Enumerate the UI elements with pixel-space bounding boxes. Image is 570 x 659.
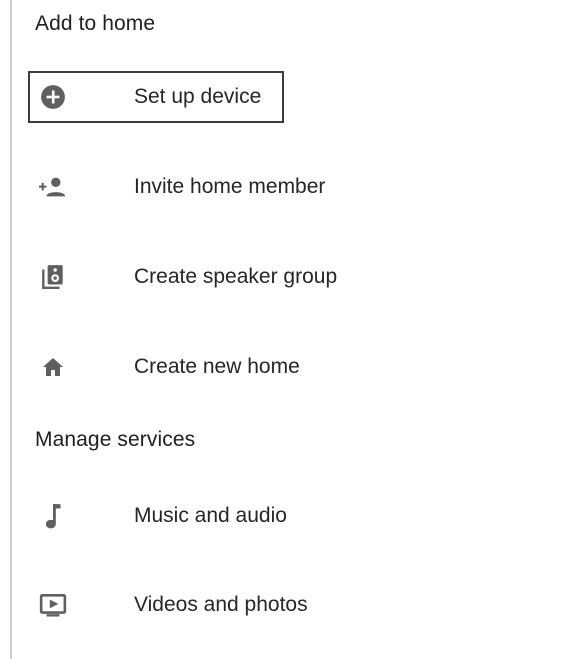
menu-item-label: Videos and photos: [134, 593, 308, 616]
menu-item-create-speaker-group[interactable]: Create speaker group: [28, 251, 388, 303]
home-icon: [38, 352, 68, 382]
menu-item-label: Create new home: [134, 355, 300, 378]
menu-item-label: Create speaker group: [134, 265, 338, 288]
menu-item-music-and-audio[interactable]: Music and audio: [28, 490, 388, 542]
menu-item-create-new-home[interactable]: Create new home: [28, 341, 388, 393]
section-heading-add-to-home: Add to home: [35, 12, 156, 35]
left-divider: [10, 0, 12, 659]
speaker-group-icon: [38, 262, 68, 292]
menu-item-label: Invite home member: [134, 175, 326, 198]
menu-item-invite-home-member[interactable]: Invite home member: [28, 161, 388, 213]
video-play-icon: [38, 590, 68, 620]
person-add-icon: [38, 172, 68, 202]
menu-item-label: Music and audio: [134, 504, 287, 527]
music-note-icon: [38, 501, 68, 531]
section-heading-manage-services: Manage services: [35, 428, 196, 451]
menu-item-set-up-device[interactable]: Set up device: [28, 71, 284, 123]
menu-item-videos-and-photos[interactable]: Videos and photos: [28, 579, 388, 631]
add-circle-icon: [38, 82, 68, 112]
menu-item-label: Set up device: [134, 85, 262, 108]
